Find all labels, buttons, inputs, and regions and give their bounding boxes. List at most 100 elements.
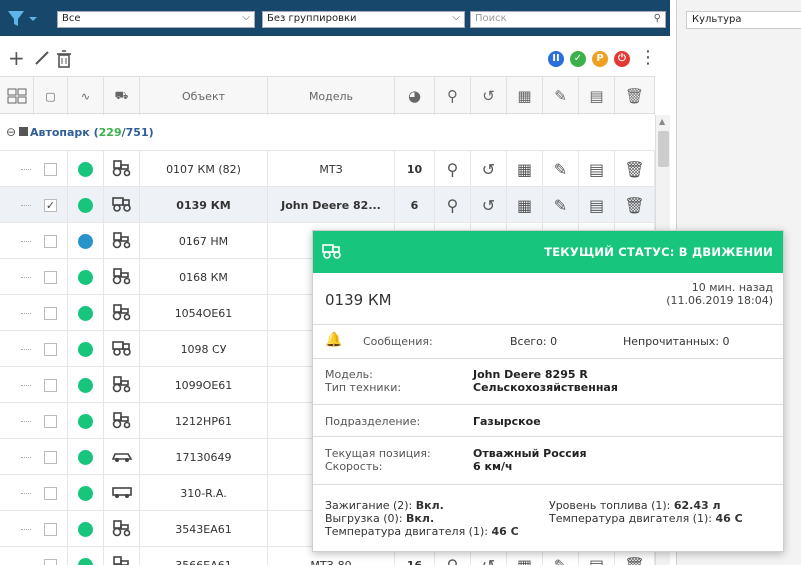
car-column-icon[interactable]: ⛟ (104, 77, 140, 115)
popup-header: ТЕКУЩИЙ СТАТУС: В ДВИЖЕНИИ (313, 231, 783, 273)
row-checkbox-cell[interactable] (34, 547, 68, 565)
row-checkbox-cell[interactable] (34, 403, 68, 439)
object-cell[interactable]: 17130649 (140, 439, 268, 475)
history-icon[interactable]: ↺ (471, 77, 507, 115)
row-checkbox-cell[interactable] (34, 439, 68, 475)
pencil-icon[interactable]: ✎ (543, 187, 579, 223)
row-checkbox-cell[interactable] (34, 475, 68, 511)
row-checkbox-cell[interactable] (34, 223, 68, 259)
row-checkbox[interactable]: ✓ (44, 198, 57, 212)
report-icon[interactable]: ▦ (507, 187, 543, 223)
pause-status-icon[interactable]: II (548, 51, 564, 67)
type-label: Тип техники: (325, 381, 402, 394)
tractor-icon (111, 555, 133, 565)
trash-icon[interactable]: 🗑 (615, 187, 655, 223)
edit-icon[interactable] (33, 49, 51, 70)
row-checkbox[interactable] (44, 522, 57, 536)
delete-icon[interactable] (56, 50, 72, 71)
history-icon[interactable]: ↺ (471, 151, 507, 187)
row-checkbox-cell[interactable] (34, 259, 68, 295)
engine-temp-line: Температура двигателя (1): 46 С (325, 525, 519, 538)
row-checkbox[interactable] (44, 558, 57, 565)
group-checkbox[interactable] (19, 127, 28, 136)
row-checkbox[interactable] (44, 162, 57, 176)
table-row[interactable]: ✓ 0139 КМ John Deere 82... 6 ⚲ ↺ ▦ ✎ ▤ 🗑 (0, 187, 655, 223)
status-column-icon[interactable]: ∿ (68, 77, 104, 115)
speed-label: Скорость: (325, 460, 383, 473)
object-cell[interactable]: 1099ОЕ61 (140, 367, 268, 403)
culture-value: Культура (692, 14, 742, 25)
row-checkbox[interactable] (44, 450, 57, 464)
tree-line (0, 403, 34, 439)
divider (313, 484, 783, 485)
row-checkbox[interactable] (44, 486, 57, 500)
tractor-icon (111, 159, 133, 180)
key-icon[interactable]: ⚲ (435, 187, 471, 223)
row-checkbox[interactable] (44, 306, 57, 320)
row-checkbox-cell[interactable] (34, 295, 68, 331)
filter-bar: Все ⌵ Без группировки ⌵ Поиск ⚲ (0, 0, 670, 36)
power-status-icon[interactable]: ⏻ (614, 51, 630, 67)
key-icon[interactable]: ⚲ (435, 77, 471, 115)
add-icon[interactable]: + (8, 48, 25, 68)
status-filter-select[interactable]: Все ⌵ (57, 11, 255, 28)
object-cell[interactable]: 0167 НМ (140, 223, 268, 259)
expand-icon[interactable]: ▢ (34, 77, 68, 115)
row-checkbox-cell[interactable] (34, 331, 68, 367)
model-column-header[interactable]: Модель (268, 77, 395, 115)
row-checkbox[interactable] (44, 342, 57, 356)
trash-icon[interactable]: 🗑 (615, 151, 655, 187)
object-cell[interactable]: 0107 КМ (82) (140, 151, 268, 187)
window-icon[interactable]: ▤ (579, 77, 615, 115)
object-cell[interactable]: 1212НР61 (140, 403, 268, 439)
object-cell[interactable]: 3566ЕА61 (140, 547, 268, 565)
object-cell[interactable]: 1054ОЕ61 (140, 295, 268, 331)
object-header-label: Объект (181, 89, 226, 103)
grouping-select[interactable]: Без группировки ⌵ (262, 11, 465, 28)
key-icon[interactable]: ⚲ (435, 151, 471, 187)
row-checkbox-cell[interactable]: ✓ (34, 187, 68, 223)
filter-funnel-icon[interactable] (6, 9, 48, 29)
tractor-icon (111, 267, 133, 288)
pencil-icon[interactable]: ✎ (543, 77, 579, 115)
window-icon[interactable]: ▤ (579, 151, 615, 187)
trash-icon[interactable]: 🗑 (615, 77, 655, 115)
group-label: Автопарк (229/751) (30, 126, 154, 139)
table-row[interactable]: 0107 КМ (82) МТЗ 10 ⚲ ↺ ▦ ✎ ▤ 🗑 (0, 151, 655, 187)
history-icon[interactable]: ↺ (471, 187, 507, 223)
object-cell[interactable]: 310-R.A. (140, 475, 268, 511)
speedometer-icon[interactable]: ◕ (395, 77, 435, 115)
parking-status-icon[interactable]: P (592, 51, 608, 67)
object-cell[interactable]: 0139 КМ (140, 187, 268, 223)
status-dot (78, 161, 93, 177)
status-dot (78, 305, 93, 321)
group-row[interactable]: ⊖ Автопарк (229/751) (0, 115, 655, 151)
pencil-icon[interactable]: ✎ (543, 151, 579, 187)
object-cell[interactable]: 3543ЕА61 (140, 511, 268, 547)
culture-field[interactable]: Культура (686, 11, 801, 29)
ignition-line: Зажигание (2): Вкл. (325, 499, 444, 512)
row-checkbox[interactable] (44, 270, 57, 284)
more-menu-icon[interactable]: ⋮ (639, 48, 657, 68)
row-checkbox[interactable] (44, 414, 57, 428)
row-checkbox-cell[interactable] (34, 367, 68, 403)
object-cell[interactable]: 1098 СУ (140, 331, 268, 367)
object-column-header[interactable]: Объект (140, 77, 268, 115)
row-checkbox[interactable] (44, 378, 57, 392)
window-icon[interactable]: ▤ (579, 187, 615, 223)
report-icon[interactable]: ▦ (507, 77, 543, 115)
popup-time-exact: (11.06.2019 18:04) (666, 294, 773, 307)
report-icon[interactable]: ▦ (507, 151, 543, 187)
collapse-icon[interactable]: ⊖ (6, 125, 16, 139)
row-checkbox[interactable] (44, 234, 57, 248)
object-cell[interactable]: 0168 КМ (140, 259, 268, 295)
model-name: John Deere 82... (281, 198, 381, 212)
row-checkbox-cell[interactable] (34, 511, 68, 547)
search-input[interactable]: Поиск ⚲ (470, 11, 666, 28)
search-icon[interactable]: ⚲ (654, 13, 661, 24)
scroll-up-icon[interactable]: ▲ (659, 117, 665, 126)
check-status-icon[interactable]: ✓ (570, 51, 586, 67)
select-all-icon[interactable] (0, 77, 34, 115)
scroll-thumb[interactable] (658, 131, 669, 167)
row-checkbox-cell[interactable] (34, 151, 68, 187)
